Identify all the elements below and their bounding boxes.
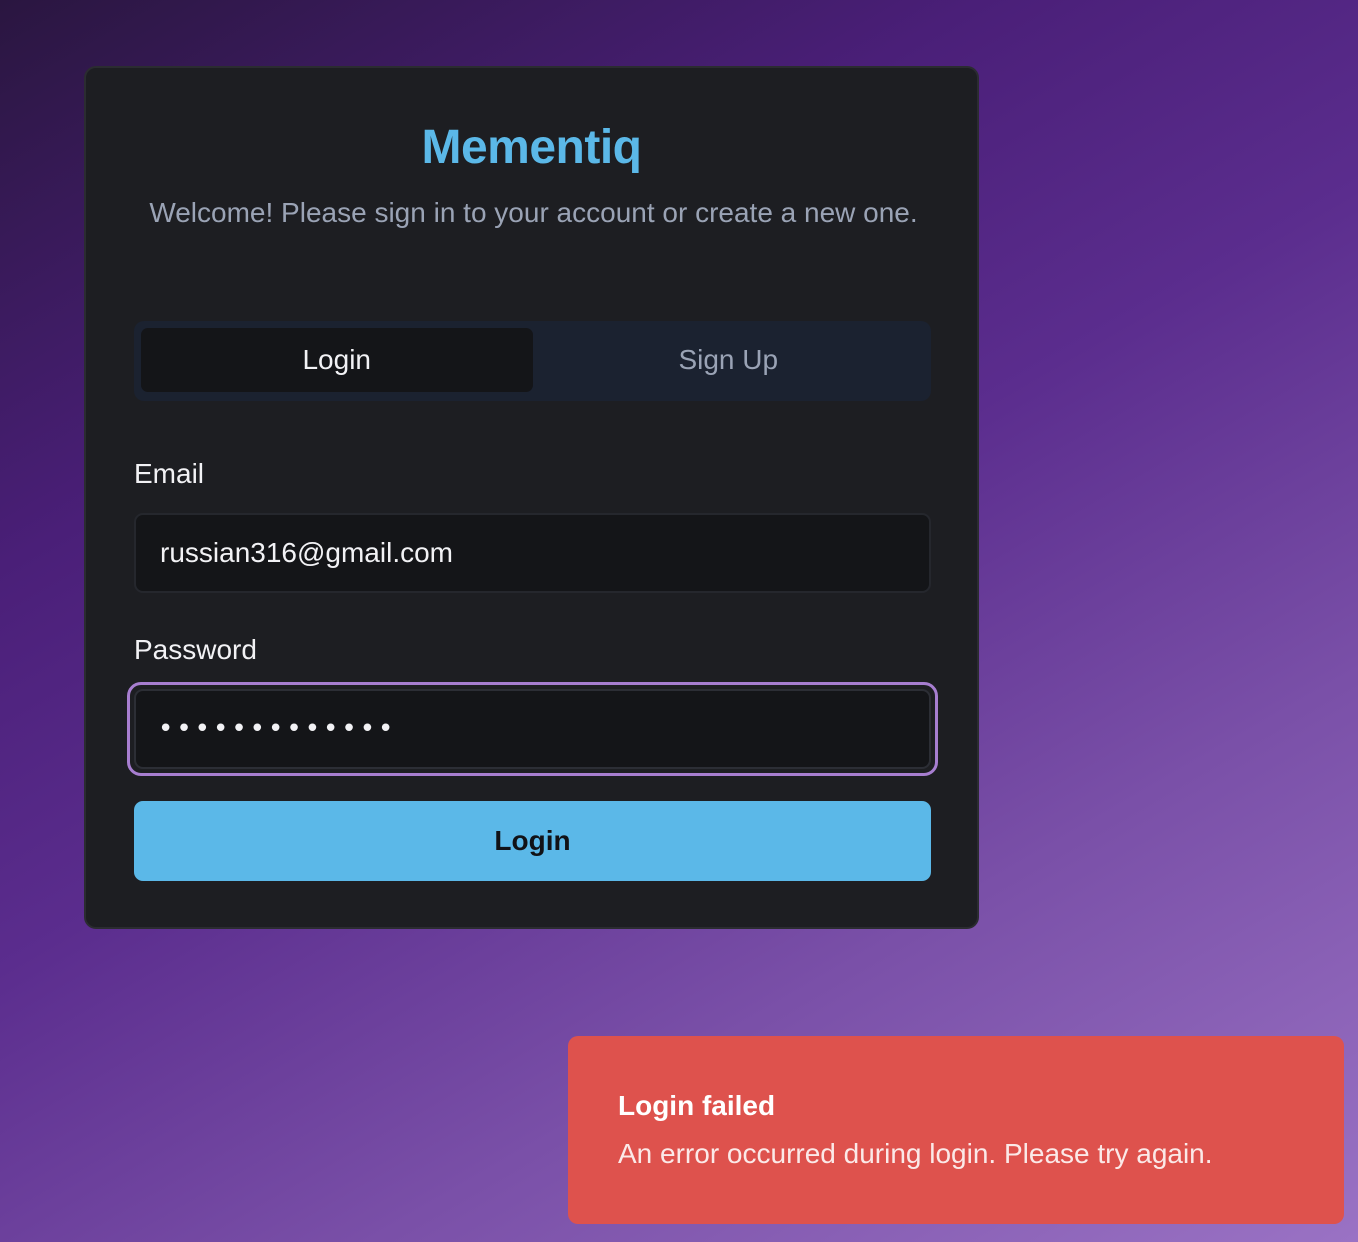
auth-card: Mementiq Welcome! Please sign in to your… bbox=[84, 66, 979, 929]
password-focus-ring bbox=[127, 682, 938, 776]
toast-title: Login failed bbox=[618, 1090, 776, 1121]
password-label: Password bbox=[134, 634, 257, 665]
email-label: Email bbox=[134, 458, 205, 489]
app-title: Mementiq bbox=[421, 121, 642, 174]
error-toast[interactable]: Login failed An error occurred during lo… bbox=[568, 1036, 1344, 1224]
password-field[interactable] bbox=[134, 689, 931, 769]
toast-message: An error occurred during login. Please t… bbox=[618, 1138, 1213, 1169]
tab-login[interactable]: Login bbox=[141, 328, 533, 392]
login-button[interactable]: Login bbox=[134, 801, 931, 881]
email-field[interactable] bbox=[134, 513, 931, 593]
tab-sign-up[interactable]: Sign Up bbox=[533, 328, 925, 392]
welcome-subtitle: Welcome! Please sign in to your account … bbox=[149, 197, 918, 228]
auth-tabs: Login Sign Up bbox=[134, 321, 931, 401]
